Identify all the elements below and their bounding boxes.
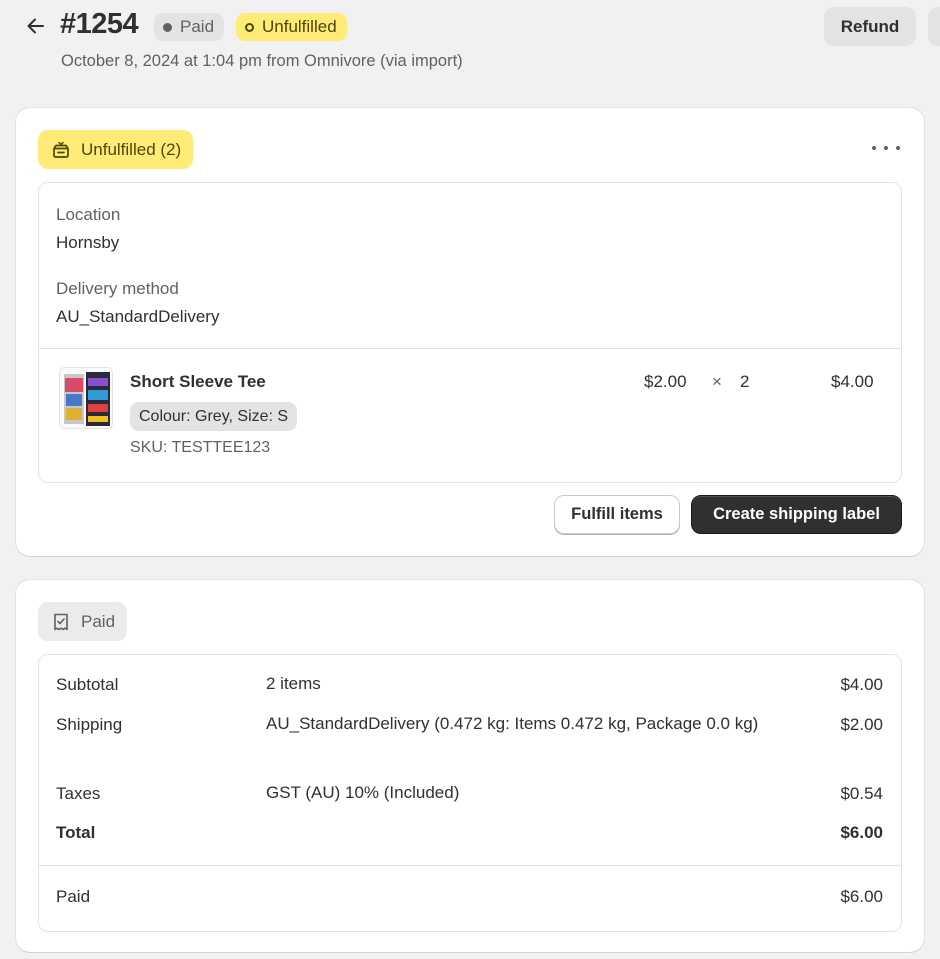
more-horizontal-icon[interactable] [872,138,900,158]
payment-status-badge: Paid [154,13,225,41]
receipt-check-icon [50,611,72,633]
fulfillment-card: Unfulfilled (2) Location Hornsby Deliver… [16,108,924,556]
paid-label: Paid [56,887,91,906]
back-button[interactable] [22,12,50,40]
summary-label: Shipping [56,715,123,734]
order-number: #1254 [60,8,139,40]
fulfillment-status-label: Unfulfilled [262,17,337,36]
summary-row-total: Total $6.00 [39,823,901,853]
payment-card: Paid Subtotal 2 items $4.00 Shipping AU_… [16,580,924,952]
summary-label: Total [56,823,96,842]
payment-summary: Subtotal 2 items $4.00 Shipping AU_Stand… [38,654,902,932]
delivery-method-value: AU_StandardDelivery [56,307,220,326]
status-dot-icon [163,22,172,32]
product-thumbnail[interactable] [59,367,113,429]
paid-amount: $6.00 [840,887,883,906]
fulfillment-details: Location Hornsby Delivery method AU_Stan… [38,182,902,483]
page-header: #1254 Paid Unfulfilled October 8, 2024 a… [0,0,940,90]
location-value: Hornsby [56,233,120,252]
more-actions-button[interactable] [928,7,940,46]
fulfillment-status-badge: Unfulfilled [236,13,347,41]
product-name[interactable]: Short Sleeve Tee [130,372,266,392]
divider [39,865,901,866]
delivery-method-label: Delivery method [56,279,179,298]
item-quantity: 2 [740,372,750,391]
summary-amount: $2.00 [840,715,883,734]
fulfill-items-button[interactable]: Fulfill items [554,495,680,534]
summary-row-shipping: Shipping AU_StandardDelivery (0.472 kg: … [39,714,901,773]
unfulfilled-status-label: Unfulfilled (2) [81,139,182,159]
location-label: Location [56,205,121,224]
summary-label: Taxes [56,784,101,803]
order-subtitle: October 8, 2024 at 1:04 pm from Omnivore… [61,52,463,70]
refund-button[interactable]: Refund [824,7,916,46]
product-sku: SKU: TESTTEE123 [130,439,271,456]
summary-desc: AU_StandardDelivery (0.472 kg: Items 0.4… [266,714,759,733]
summary-desc: 2 items [266,674,321,693]
unit-price: $2.00 [644,372,687,391]
paid-status-pill: Paid [38,602,128,641]
summary-row-taxes: Taxes GST (AU) 10% (Included) $0.54 [39,783,901,814]
divider [39,348,901,349]
summary-label: Subtotal [56,675,119,694]
summary-row-subtotal: Subtotal 2 items $4.00 [39,674,901,705]
summary-desc: GST (AU) 10% (Included) [266,783,460,802]
arrow-left-icon [27,18,44,34]
summary-amount: $4.00 [840,675,883,694]
create-shipping-label-button[interactable]: Create shipping label [691,495,902,534]
line-total: $4.00 [831,372,874,391]
summary-amount: $0.54 [840,784,883,803]
summary-row-paid: Paid $6.00 [39,887,901,917]
status-ring-icon [245,22,254,32]
summary-amount: $6.00 [840,823,883,842]
fulfillment-box-icon [50,139,72,161]
payment-status-label: Paid [180,17,215,36]
multiply-sign: × [712,372,722,391]
paid-status-label: Paid [81,611,116,631]
unfulfilled-status-pill: Unfulfilled (2) [38,130,194,169]
variant-chip: Colour: Grey, Size: S [130,402,298,431]
